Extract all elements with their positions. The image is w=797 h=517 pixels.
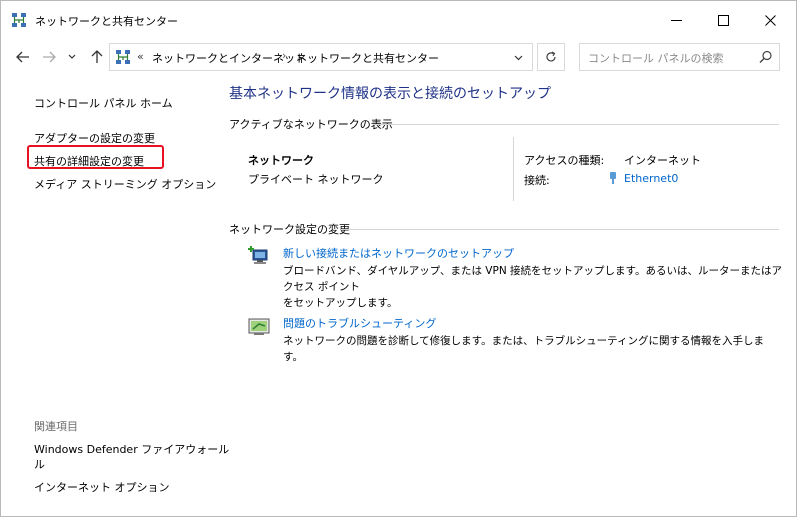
- network-icon: [116, 50, 130, 64]
- recent-locations-button[interactable]: [62, 47, 82, 67]
- page-title: 基本ネットワーク情報の表示と接続のセットアップ: [229, 86, 551, 102]
- close-button[interactable]: [747, 1, 793, 39]
- search-placeholder: コントロール パネルの検索: [588, 52, 724, 65]
- breadcrumb-sharing-center[interactable]: ネットワークと共有センター: [296, 50, 439, 66]
- address-overflow[interactable]: «: [137, 50, 144, 63]
- new-connection-icon: [248, 246, 268, 264]
- advanced-sharing-settings-link[interactable]: 共有の詳細設定の変更: [34, 153, 144, 169]
- related-items-heading: 関連項目: [34, 420, 78, 433]
- change-adapter-settings-link[interactable]: アダプターの設定の変更: [34, 130, 155, 146]
- active-networks-heading: アクティブなネットワークの表示: [229, 118, 393, 131]
- access-type-label: アクセスの種類:: [524, 154, 605, 167]
- internet-options-link[interactable]: インターネット オプション: [34, 479, 170, 495]
- media-streaming-options-link[interactable]: メディア ストリーミング オプション: [34, 176, 216, 192]
- chevron-down-icon: [68, 54, 76, 59]
- firewall-link-wrap[interactable]: ル: [34, 456, 45, 472]
- change-settings-heading: ネットワーク設定の変更: [229, 223, 350, 236]
- description-line: ネットワークの問題を診断して修復します。または、トラブルシューティングに関する情…: [283, 335, 765, 363]
- address-bar[interactable]: « ネットワークとインターネット › ネットワークと共有センター: [109, 43, 533, 71]
- search-icon[interactable]: [759, 50, 773, 64]
- title-bar: ネットワークと共有センター: [1, 1, 796, 39]
- arrow-up-icon: [91, 50, 103, 63]
- chevron-down-icon: [514, 55, 522, 61]
- search-box[interactable]: コントロール パネルの検索: [579, 43, 780, 71]
- access-type-value: インターネット: [624, 154, 701, 167]
- refresh-icon: [546, 51, 556, 62]
- new-connection-link[interactable]: 新しい接続またはネットワークのセットアップ: [283, 245, 514, 261]
- window: ネットワークと共有センター « ネットワークとインターネット › ネットワークと…: [0, 0, 797, 517]
- new-connection-description: ブロードバンド、ダイヤルアップ、または VPN 接続をセットアップします。あるい…: [283, 263, 783, 311]
- description-line: ブロードバンド、ダイヤルアップ、または VPN 接続をセットアップします。あるい…: [283, 265, 782, 293]
- ethernet-connection-link[interactable]: Ethernet0: [624, 172, 678, 185]
- back-button[interactable]: [13, 47, 33, 67]
- maximize-icon: [717, 14, 729, 26]
- connection-label: 接続:: [524, 174, 550, 187]
- troubleshoot-description: ネットワークの問題を診断して修復します。または、トラブルシューティングに関する情…: [283, 333, 783, 365]
- section-divider: [373, 124, 779, 125]
- refresh-button[interactable]: [537, 43, 565, 71]
- section-divider: [341, 229, 779, 230]
- left-pane: コントロール パネル ホーム アダプターの設定の変更 共有の詳細設定の変更 メデ…: [1, 75, 229, 516]
- ethernet-icon: [610, 172, 616, 184]
- troubleshoot-icon: [248, 318, 270, 335]
- minimize-button[interactable]: [653, 1, 699, 39]
- minimize-icon: [670, 19, 682, 21]
- main-pane: 基本ネットワーク情報の表示と接続のセットアップ アクティブなネットワークの表示 …: [213, 75, 796, 516]
- close-icon: [764, 14, 776, 26]
- vertical-divider: [513, 137, 514, 201]
- forward-button[interactable]: [39, 47, 59, 67]
- navigation-bar: « ネットワークとインターネット › ネットワークと共有センター コントロール …: [1, 39, 796, 75]
- arrow-left-icon: [16, 51, 29, 63]
- breadcrumb-separator[interactable]: ›: [282, 49, 286, 62]
- up-button[interactable]: [87, 47, 107, 67]
- window-title: ネットワークと共有センター: [35, 15, 178, 28]
- troubleshoot-link[interactable]: 問題のトラブルシューティング: [283, 315, 436, 331]
- firewall-link[interactable]: Windows Defender ファイアウォール: [34, 441, 229, 457]
- network-icon: [12, 13, 26, 27]
- address-dropdown-button[interactable]: [509, 49, 527, 67]
- description-line: をセットアップします。: [283, 297, 398, 309]
- arrow-right-icon: [43, 51, 56, 63]
- network-name: ネットワーク: [248, 154, 314, 167]
- maximize-button[interactable]: [700, 1, 746, 39]
- network-type-link[interactable]: プライベート ネットワーク: [248, 171, 384, 187]
- control-panel-home-link[interactable]: コントロール パネル ホーム: [34, 95, 173, 111]
